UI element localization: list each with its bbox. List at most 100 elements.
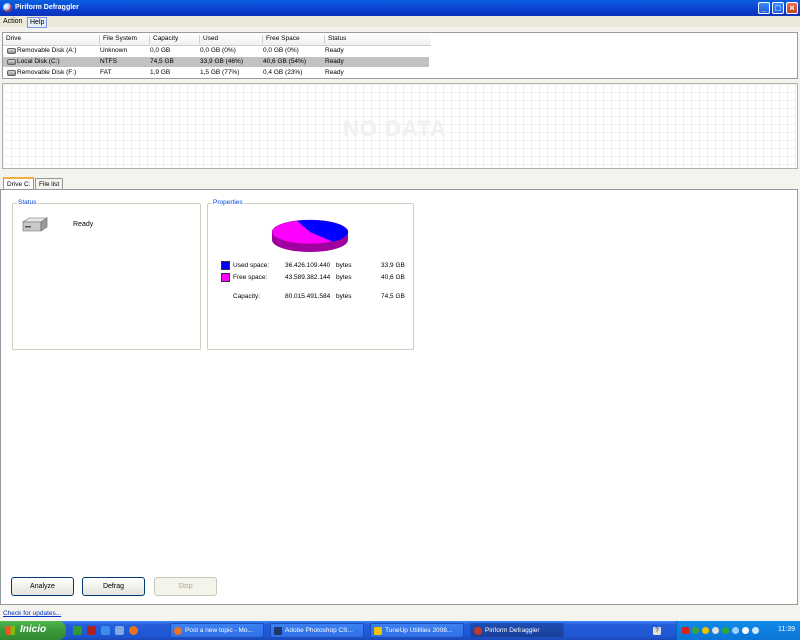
help-icon[interactable]: ?: [653, 627, 661, 635]
free-space-swatch: [221, 273, 230, 282]
column-status[interactable]: Status: [324, 35, 431, 44]
properties-group-title: Properties: [212, 199, 244, 206]
defraggler-icon: [474, 627, 482, 635]
free-space-label: Free space:: [233, 274, 268, 281]
maximize-button[interactable]: □: [772, 2, 784, 14]
start-label: Inicio: [20, 624, 47, 635]
drive-row-f[interactable]: Removable Disk (F:) FAT 1,9 GB 1,5 GB (7…: [3, 68, 429, 78]
drive-row-c[interactable]: Local Disk (C:) NTFS 74,5 GB 33,9 GB (46…: [3, 57, 429, 67]
removable-disk-icon: [7, 70, 16, 76]
drive-free: 40,6 GB (54%): [263, 58, 306, 65]
tab-content: Status Ready Properties Used space: 36.4…: [0, 189, 798, 605]
capacity-unit: bytes: [336, 293, 352, 300]
drive-name: Local Disk (C:): [17, 58, 60, 65]
tray-app-icon[interactable]: [712, 627, 719, 634]
check-updates-link[interactable]: Check for updates...: [3, 610, 61, 617]
menu-help[interactable]: Help: [27, 17, 48, 28]
used-space-unit: bytes: [336, 262, 352, 269]
quicklaunch-ie-icon[interactable]: [101, 626, 110, 635]
firefox-icon: [174, 627, 182, 635]
window-title: Piriform Defraggler: [15, 4, 79, 11]
drive-list[interactable]: Drive File System Capacity Used Free Spa…: [2, 32, 798, 79]
quicklaunch-app-icon[interactable]: [115, 626, 124, 635]
drive-used: 1,5 GB (77%): [200, 69, 240, 76]
task-tuneup[interactable]: TuneUp Utilities 2008...: [370, 623, 464, 638]
menu-bar: Action Help: [0, 16, 800, 28]
drive-list-header: Drive File System Capacity Used Free Spa…: [3, 33, 431, 46]
analyze-button[interactable]: Analyze: [11, 577, 74, 596]
properties-group: Properties Used space: 36.426.109.440 by…: [207, 199, 414, 350]
title-bar[interactable]: Piriform Defraggler _ □ ×: [0, 0, 800, 16]
used-space-bytes: 36.426.109.440: [285, 262, 331, 269]
defraggler-window: Piriform Defraggler _ □ × Action Help Dr…: [0, 0, 800, 621]
network-icon[interactable]: [752, 627, 759, 634]
hard-disk-icon: [7, 59, 16, 65]
column-file-system[interactable]: File System: [99, 35, 149, 44]
stop-button[interactable]: Stop: [154, 577, 217, 596]
drive-fs: FAT: [100, 69, 112, 76]
column-drive[interactable]: Drive: [3, 35, 99, 44]
drive-fs: Unknown: [100, 47, 128, 54]
used-space-size: 33,9 GB: [381, 262, 405, 269]
taskbar-clock: 11:39: [778, 626, 795, 633]
drive-free: 0,0 GB (0%): [263, 47, 299, 54]
capacity-bytes: 80.015.491.584: [285, 293, 331, 300]
start-button[interactable]: Inicio: [0, 621, 66, 640]
task-firefox[interactable]: Post a new topic - Mo...: [170, 623, 264, 638]
capacity-size: 74,5 GB: [381, 293, 405, 300]
drive-status-text: Ready: [73, 221, 94, 228]
defraggler-app-icon: [3, 3, 12, 12]
tray-app-icon[interactable]: [722, 627, 729, 634]
close-button[interactable]: ×: [786, 2, 798, 14]
free-space-size: 40,6 GB: [381, 274, 405, 281]
photoshop-icon: [274, 627, 282, 635]
minimize-button[interactable]: _: [758, 2, 770, 14]
drive-status: Ready: [325, 69, 344, 76]
task-photoshop[interactable]: Adobe Photoshop CS...: [270, 623, 364, 638]
drive-map-panel: NO DATA: [2, 83, 798, 169]
windows-logo-icon: [6, 626, 15, 635]
tab-file-list[interactable]: File list: [35, 178, 64, 189]
task-label: TuneUp Utilities 2008...: [385, 627, 453, 634]
column-capacity[interactable]: Capacity: [149, 35, 199, 44]
disk-usage-pie-chart: [271, 219, 349, 252]
taskbar: Inicio Post a new topic - Mo... Adobe Ph…: [0, 621, 800, 640]
quicklaunch-firefox-icon[interactable]: [129, 626, 138, 635]
drive-free: 0,4 GB (23%): [263, 69, 303, 76]
drive-fs: NTFS: [100, 58, 117, 65]
defrag-button[interactable]: Defrag: [82, 577, 145, 596]
drive-name: Removable Disk (A:): [17, 47, 77, 54]
drive-status: Ready: [325, 58, 344, 65]
task-label: Post a new topic - Mo...: [185, 627, 253, 634]
hard-drive-icon: [22, 217, 48, 232]
floppy-drive-icon: [7, 48, 16, 54]
used-space-swatch: [221, 261, 230, 270]
task-label: Piriform Defraggler: [485, 627, 540, 634]
task-label: Adobe Photoshop CS...: [285, 627, 353, 634]
status-group-title: Status: [17, 199, 38, 206]
no-data-placeholder: NO DATA: [343, 116, 447, 141]
status-group: Status Ready: [12, 199, 201, 350]
tray-app-icon[interactable]: [732, 627, 739, 634]
system-tray: 11:39: [676, 621, 800, 640]
drive-name: Removable Disk (F:): [17, 69, 77, 76]
drive-used: 0,0 GB (0%): [200, 47, 236, 54]
volume-icon[interactable]: [742, 627, 749, 634]
column-free-space[interactable]: Free Space: [262, 35, 324, 44]
quicklaunch-app-icon[interactable]: [87, 626, 96, 635]
free-space-unit: bytes: [336, 274, 352, 281]
drive-row-a[interactable]: Removable Disk (A:) Unknown 0,0 GB 0,0 G…: [3, 46, 429, 56]
tray-app-icon[interactable]: [692, 627, 699, 634]
column-used[interactable]: Used: [199, 35, 262, 44]
ati-icon[interactable]: [682, 627, 689, 634]
quicklaunch-app-icon[interactable]: [73, 626, 82, 635]
drive-capacity: 1,9 GB: [150, 69, 171, 76]
free-space-bytes: 43.589.382.144: [285, 274, 331, 281]
tray-app-icon[interactable]: [702, 627, 709, 634]
drive-capacity: 0,0 GB: [150, 47, 171, 54]
menu-action[interactable]: Action: [1, 17, 24, 26]
drive-used: 33,9 GB (46%): [200, 58, 243, 65]
used-space-label: Used space:: [233, 262, 270, 269]
task-defraggler[interactable]: Piriform Defraggler: [470, 623, 564, 638]
capacity-label: Capacity:: [233, 293, 261, 300]
